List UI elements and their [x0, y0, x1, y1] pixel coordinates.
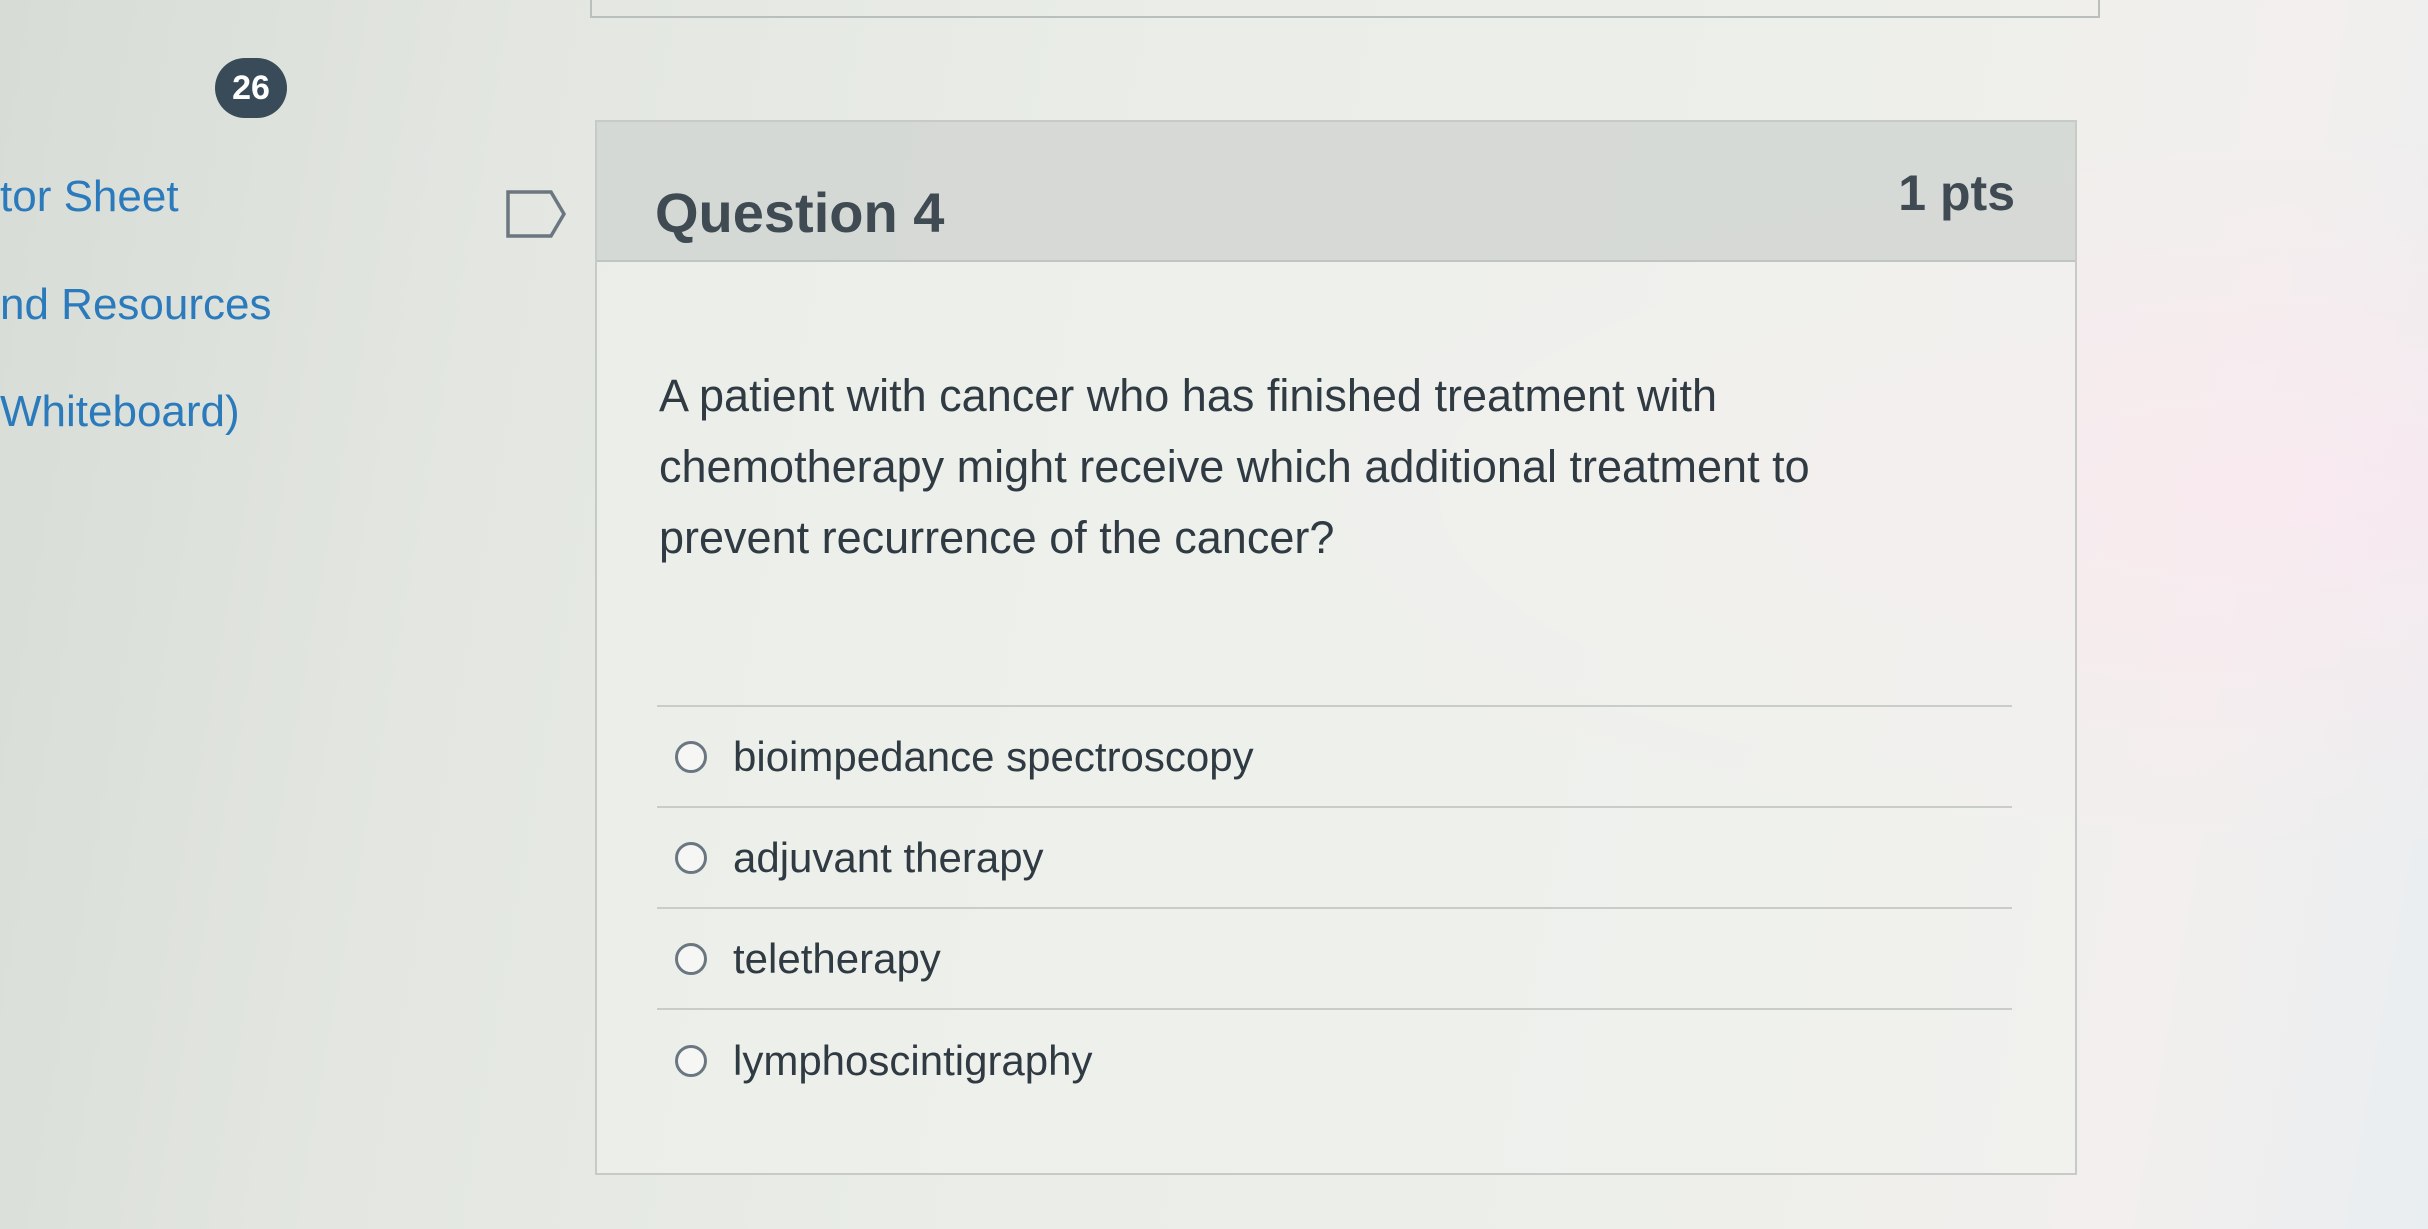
- answer-label[interactable]: teletherapy: [733, 935, 941, 983]
- flag-question-icon[interactable]: [505, 188, 567, 240]
- answer-option[interactable]: teletherapy: [657, 909, 2012, 1010]
- question-title: Question 4: [655, 181, 945, 244]
- radio-icon[interactable]: [675, 841, 707, 874]
- radio-icon[interactable]: [675, 942, 707, 975]
- answer-label[interactable]: adjuvant therapy: [733, 834, 1044, 882]
- sidebar-link-tutor-sheet[interactable]: tor Sheet: [0, 172, 179, 222]
- sidebar-link-resources[interactable]: nd Resources: [0, 280, 271, 330]
- previous-question-box-edge: [590, 0, 2100, 18]
- answer-option[interactable]: adjuvant therapy: [657, 808, 2012, 909]
- sidebar-link-whiteboard[interactable]: Whiteboard): [0, 387, 240, 437]
- answer-option[interactable]: bioimpedance spectroscopy: [657, 707, 2012, 808]
- notification-badge[interactable]: 26: [215, 58, 287, 118]
- question-points: 1 pts: [1898, 165, 2015, 221]
- radio-icon[interactable]: [675, 1044, 707, 1077]
- radio-icon[interactable]: [675, 740, 707, 773]
- question-header: Question 4 1 pts: [597, 122, 2075, 262]
- answer-list: bioimpedance spectroscopy adjuvant thera…: [657, 705, 2012, 1111]
- answer-option[interactable]: lymphoscintigraphy: [657, 1010, 2012, 1111]
- answer-label[interactable]: bioimpedance spectroscopy: [733, 733, 1254, 781]
- question-text: A patient with cancer who has finished t…: [659, 370, 1810, 563]
- answer-label[interactable]: lymphoscintigraphy: [733, 1037, 1093, 1085]
- question-card: Question 4 1 pts A patient with cancer w…: [595, 120, 2077, 1175]
